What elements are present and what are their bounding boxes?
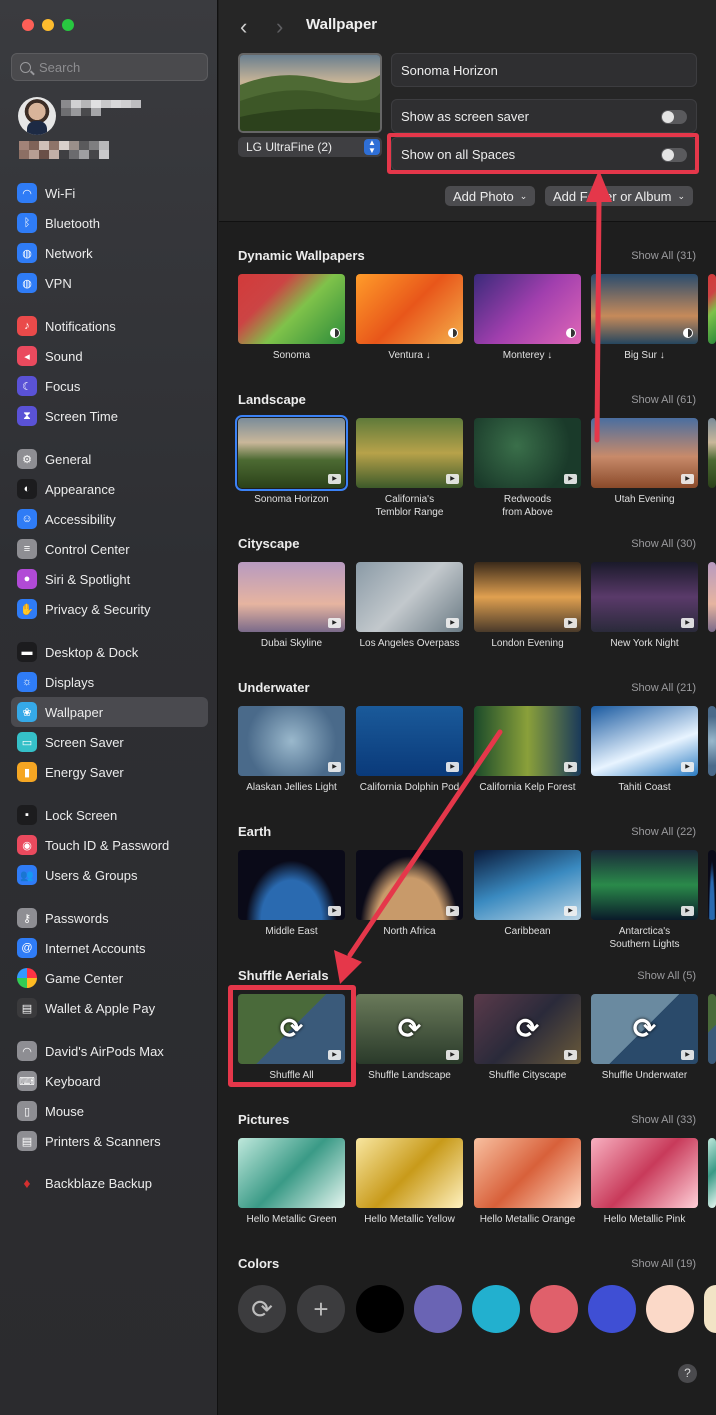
annotation-arrowhead-up <box>586 170 612 202</box>
annotation-arrow-up <box>594 197 602 443</box>
annotation-arrow-down <box>347 729 503 958</box>
annotation-arrows <box>334 170 612 984</box>
